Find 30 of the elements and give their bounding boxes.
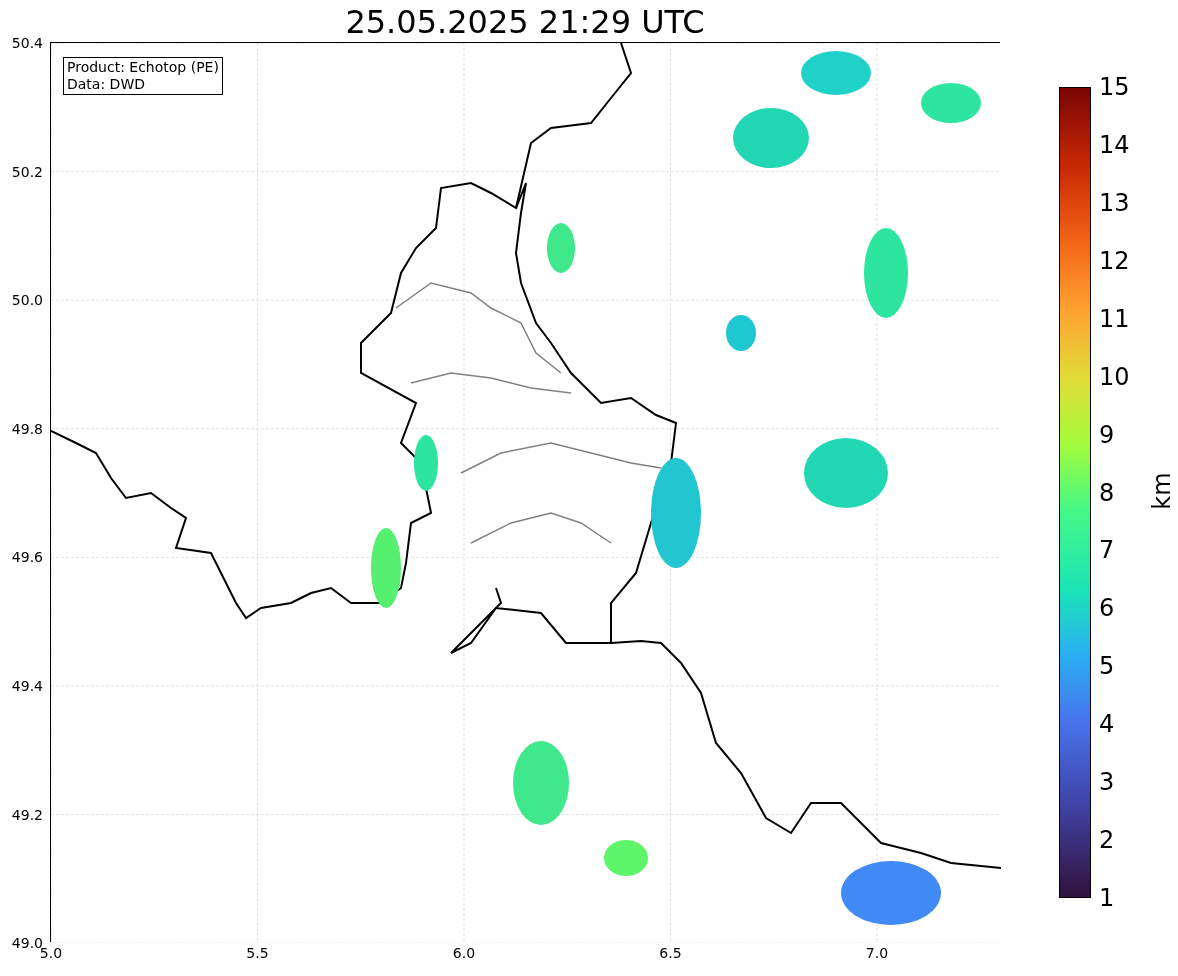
colorbar-tick-label: 8 <box>1099 478 1115 507</box>
y-tick-label: 50.4 <box>11 35 43 51</box>
colorbar-tick-label: 14 <box>1099 130 1130 159</box>
colorbar-tick-label: 7 <box>1099 536 1115 565</box>
y-tick-label: 49.6 <box>11 549 43 566</box>
plot-title: 25.05.2025 21:29 UTC <box>345 2 705 42</box>
y-tick-label: 50.2 <box>11 163 43 180</box>
colorbar-tick-label: 2 <box>1099 826 1115 855</box>
colorbar-tick-label: 4 <box>1099 710 1115 739</box>
x-tick-label: 5.5 <box>246 945 269 961</box>
y-tick-label: 50.0 <box>11 292 43 309</box>
colorbar-tick-label: 11 <box>1099 304 1130 333</box>
colorbar-tick-label: 5 <box>1099 652 1115 681</box>
info-text: Data: DWD <box>67 76 146 93</box>
colorbar-label: km <box>1147 472 1176 510</box>
x-tick-label: 6.5 <box>659 945 682 961</box>
colorbar-tick-label: 9 <box>1099 420 1115 449</box>
x-tick-label: 6.0 <box>452 945 476 961</box>
x-tick-label: 7.0 <box>865 945 889 961</box>
colorbar-tick-label: 12 <box>1099 246 1130 275</box>
colorbar-tick-label: 1 <box>1099 884 1115 912</box>
colorbar-tick-label: 3 <box>1099 768 1115 797</box>
y-tick-label: 49.2 <box>11 806 43 823</box>
info-text: Product: Echotop (PE) <box>67 59 219 76</box>
colorbar-tick-label: 13 <box>1099 188 1130 217</box>
colorbar-tick-label: 6 <box>1099 594 1115 623</box>
y-tick-label: 49.4 <box>11 678 43 694</box>
y-tick-label: 49.8 <box>11 420 43 437</box>
colorbar-tick-label: 10 <box>1099 362 1130 391</box>
colorbar-tick-label: 15 <box>1099 73 1130 101</box>
